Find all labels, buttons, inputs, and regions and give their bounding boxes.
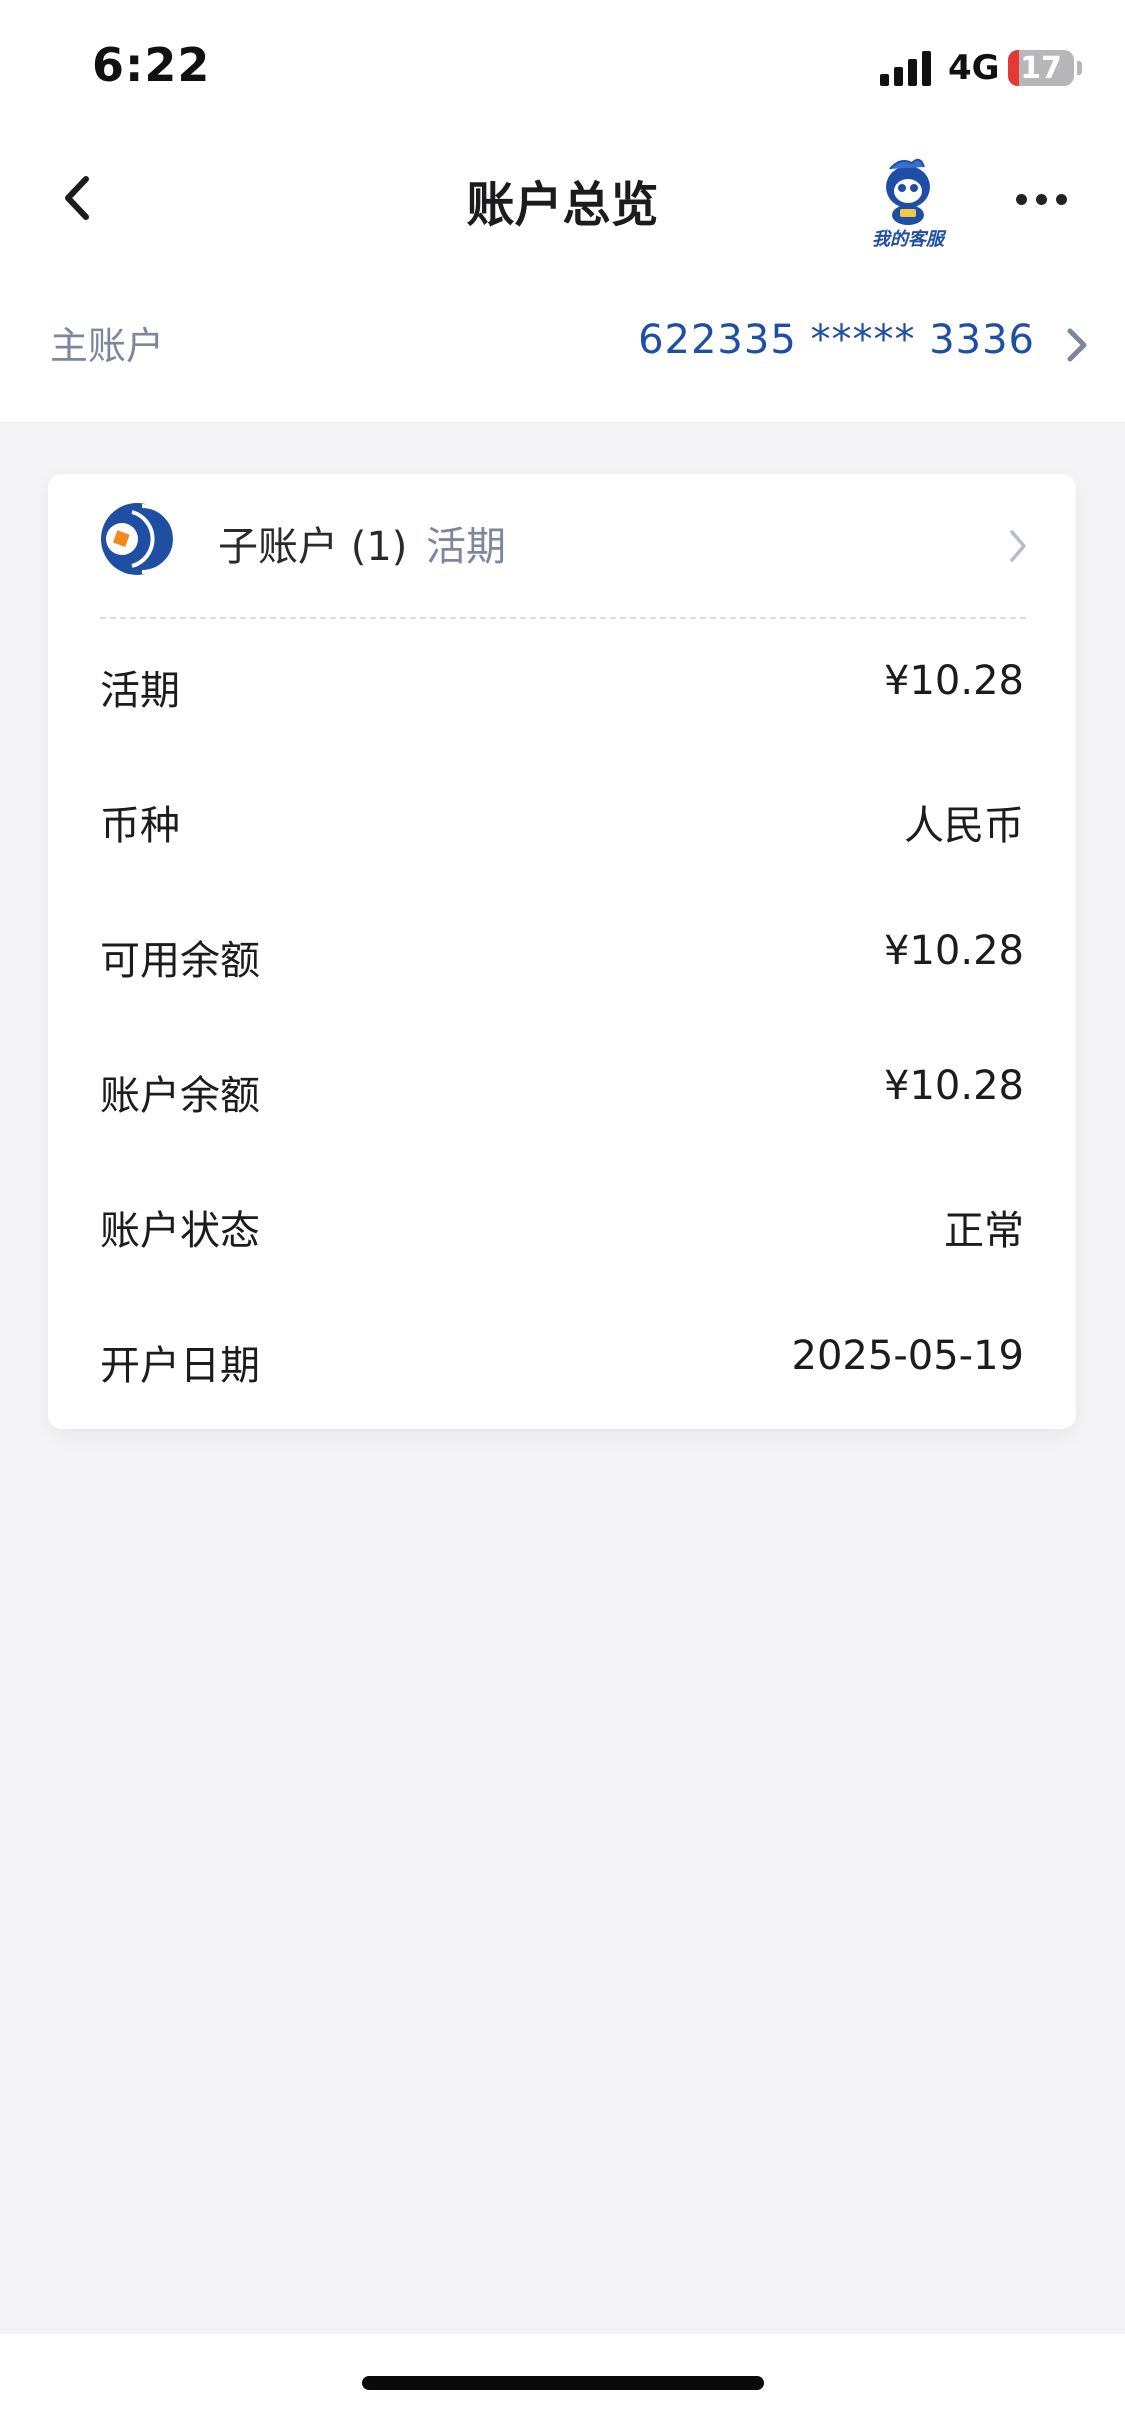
detail-value: ¥10.28 — [884, 1063, 1024, 1109]
network-type: 4G — [948, 48, 1000, 88]
detail-value: 正常 — [944, 1208, 1024, 1254]
more-dot — [1036, 194, 1047, 205]
detail-value: 人民币 — [904, 803, 1024, 849]
detail-label: 币种 — [100, 803, 180, 849]
detail-value: ¥10.28 — [884, 928, 1024, 974]
more-dot — [1056, 194, 1067, 205]
detail-label: 账户状态 — [100, 1208, 260, 1254]
chevron-right-icon — [1010, 530, 1026, 562]
main-account-row[interactable]: 主账户 622335 ***** 3336 — [0, 265, 1125, 423]
sub-account-card: 子账户 (1) 活期 活期 ¥10.28 币种 人民币 可用余额 ¥10.28 … — [48, 474, 1076, 1429]
detail-row: 开户日期 2025-05-19 — [48, 1295, 1076, 1430]
sub-account-type: 活期 — [426, 524, 506, 570]
main-account-number: 622335 ***** 3336 — [638, 317, 1035, 363]
customer-service-button[interactable]: 我的客服 — [860, 153, 956, 251]
status-time: 6:22 — [92, 38, 211, 92]
more-dot — [1016, 194, 1027, 205]
sub-account-header[interactable]: 子账户 (1) 活期 — [48, 474, 1076, 619]
bank-logo-icon — [101, 503, 174, 575]
signal-icon — [880, 50, 936, 86]
home-indicator[interactable] — [362, 2376, 764, 2390]
detail-label: 开户日期 — [100, 1343, 260, 1389]
main-account-label: 主账户 — [50, 324, 165, 368]
customer-service-label: 我的客服 — [872, 229, 944, 250]
mascot-icon — [886, 158, 930, 225]
status-bar: 6:22 4G 17 — [0, 0, 1125, 135]
nav-bar: 账户总览 我的客服 — [0, 135, 1125, 265]
detail-label: 账户余额 — [100, 1073, 260, 1119]
battery-tip — [1077, 61, 1082, 75]
detail-row: 币种 人民币 — [48, 755, 1076, 890]
battery-level: 17 — [1020, 51, 1062, 86]
dashed-divider — [100, 617, 1026, 619]
battery-icon: 17 — [1008, 50, 1074, 86]
detail-label: 活期 — [100, 668, 180, 714]
detail-row: 可用余额 ¥10.28 — [48, 890, 1076, 1025]
home-indicator-area — [0, 2334, 1125, 2436]
chevron-right-icon — [1067, 328, 1087, 362]
detail-row: 账户状态 正常 — [48, 1160, 1076, 1295]
detail-row: 活期 ¥10.28 — [48, 620, 1076, 755]
detail-value: ¥10.28 — [884, 658, 1024, 704]
detail-label: 可用余额 — [100, 938, 260, 984]
more-button[interactable] — [1012, 190, 1072, 210]
page-title: 账户总览 — [466, 177, 659, 233]
sub-account-title: 子账户 (1) — [218, 524, 408, 570]
detail-value: 2025-05-19 — [791, 1333, 1024, 1379]
detail-row: 账户余额 ¥10.28 — [48, 1025, 1076, 1160]
